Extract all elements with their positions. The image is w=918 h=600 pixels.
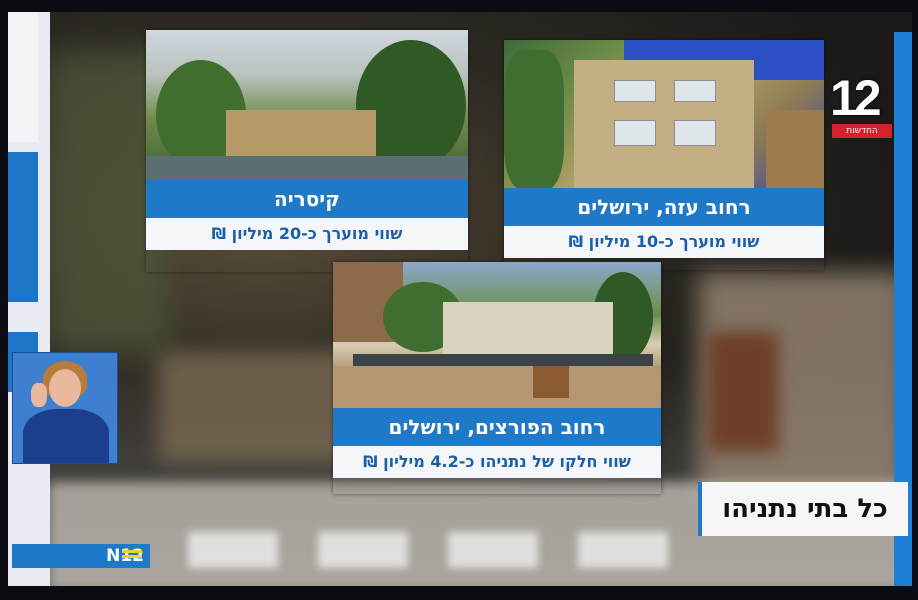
interpreter-hand <box>31 383 47 407</box>
logo-number: 12 <box>830 70 882 126</box>
logo-tag: החדשות <box>832 124 892 138</box>
menu-bars-icon <box>122 550 142 562</box>
crosswalk-stripe <box>188 532 278 568</box>
building-side <box>766 110 824 190</box>
building <box>574 60 754 190</box>
n12-bug: N12 <box>12 544 150 568</box>
tree <box>504 50 564 190</box>
card-title: רחוב הפורצים, ירושלים <box>333 408 661 446</box>
property-photo <box>333 262 661 412</box>
property-card-caesarea: קיסריה שווי מוערך כ-20 מיליון ₪ <box>146 30 468 272</box>
channel-12-logo: 12 החדשות <box>826 70 892 138</box>
strip-panel <box>8 12 38 142</box>
card-value: שווי חלקו של נתניהו כ-4.2 מיליון ₪ <box>333 446 661 478</box>
gate <box>533 366 569 398</box>
crosswalk-stripe <box>578 532 668 568</box>
lower-third-caption: כל בתי נתניהו <box>698 482 908 536</box>
window <box>674 80 716 102</box>
background-door <box>708 332 778 452</box>
interpreter-head <box>49 369 81 407</box>
left-graphic-strip <box>8 12 50 586</box>
sign-language-interpreter <box>12 352 118 464</box>
window <box>674 120 716 146</box>
card-title: רחוב עזה, ירושלים <box>504 188 824 226</box>
crosswalk-stripe <box>318 532 408 568</box>
stone-wall <box>333 366 661 412</box>
property-card-haportzim-street: רחוב הפורצים, ירושלים שווי חלקו של נתניה… <box>333 262 661 494</box>
card-value: שווי מוערך כ-10 מיליון ₪ <box>504 226 824 258</box>
strip-panel <box>8 152 38 302</box>
property-photo <box>504 40 824 190</box>
window <box>614 120 656 146</box>
card-title: קיסריה <box>146 180 468 218</box>
crosswalk-stripe <box>448 532 538 568</box>
property-card-gaza-street: רחוב עזה, ירושלים שווי מוערך כ-10 מיליון… <box>504 40 824 270</box>
tv-bottom-bezel <box>0 586 918 600</box>
tv-screen: קיסריה שווי מוערך כ-20 מיליון ₪ רחוב עזה… <box>8 12 912 586</box>
fence <box>146 156 468 180</box>
fence <box>353 354 653 366</box>
card-value: שווי מוערך כ-20 מיליון ₪ <box>146 218 468 250</box>
property-photo <box>146 30 468 180</box>
house-wall <box>226 110 376 160</box>
interpreter-body <box>23 409 109 463</box>
window <box>614 80 656 102</box>
